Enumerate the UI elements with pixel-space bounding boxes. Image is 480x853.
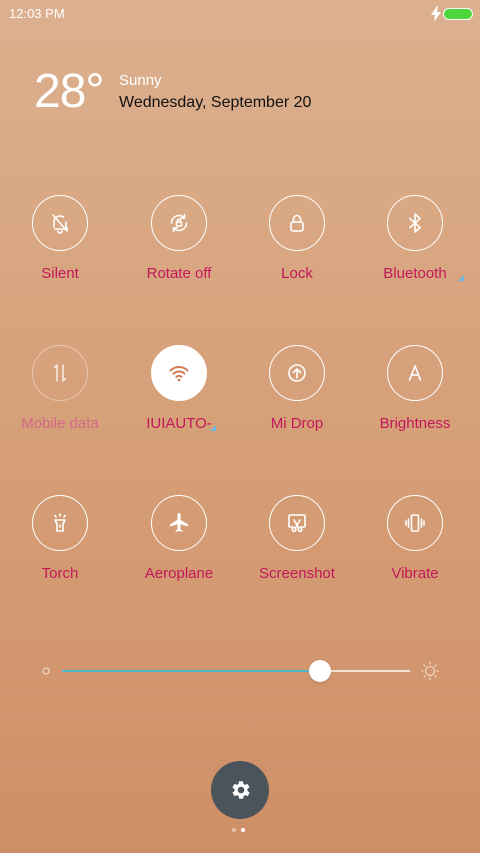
toggle-lock[interactable]: Lock (244, 195, 354, 305)
toggle-screenshot[interactable]: Screenshot (244, 495, 354, 605)
temperature: 28° (34, 65, 105, 118)
toggle-silent[interactable]: Silent (7, 195, 117, 305)
toggle-mi-drop[interactable]: Mi Drop (244, 345, 354, 455)
toggle-label: Silent (41, 265, 79, 282)
weather-condition: Sunny (119, 72, 162, 89)
toggle-button-aeroplane[interactable] (151, 495, 207, 551)
page-dot (232, 828, 236, 832)
toggle-button-brightness[interactable] (387, 345, 443, 401)
toggle-button-torch[interactable] (32, 495, 88, 551)
vibrate-icon (405, 514, 425, 532)
bell-off-icon (52, 214, 69, 234)
toggle-button-silent[interactable] (32, 195, 88, 251)
toggle-vibrate[interactable]: Vibrate (362, 495, 472, 605)
more-options-indicator (458, 275, 464, 281)
toggle-button-iuiauto[interactable] (151, 345, 207, 401)
toggle-label: Screenshot (259, 565, 335, 582)
toggle-button-rotate-off[interactable] (151, 195, 207, 251)
slider-thumb[interactable] (308, 660, 331, 682)
toggle-button-screenshot[interactable] (269, 495, 325, 551)
status-bar: 12:03 PM (0, 0, 480, 28)
slider-fill (62, 670, 320, 672)
status-time: 12:03 PM (9, 6, 65, 21)
lock-icon (290, 214, 304, 232)
toggle-torch[interactable]: Torch (7, 495, 117, 605)
toggle-label: Aeroplane (144, 565, 214, 582)
toggle-brightness[interactable]: Brightness (362, 345, 472, 455)
toggle-button-lock[interactable] (269, 195, 325, 251)
charging-icon (431, 6, 441, 22)
date-label: Wednesday, September 20 (119, 94, 312, 111)
brightness-slider[interactable] (40, 656, 440, 686)
mobile-data-icon (53, 364, 67, 382)
mi-drop-icon (288, 364, 306, 382)
screenshot-icon (288, 514, 306, 533)
toggle-bluetooth[interactable]: Bluetooth (362, 195, 472, 305)
page-dot (241, 828, 245, 832)
toggle-label: Rotate off (146, 265, 212, 282)
toggle-label: Mi Drop (270, 415, 324, 432)
bluetooth-icon (409, 213, 421, 233)
toggle-label: Mobile data (21, 415, 99, 432)
brightness-high-icon (421, 662, 439, 680)
battery-icon (443, 8, 473, 20)
brightness-low-icon (42, 667, 50, 675)
toggle-mobile-data[interactable]: Mobile data (7, 345, 117, 455)
toggle-iuiauto[interactable]: IUIAUTO- (126, 345, 236, 455)
rotate-lock-icon (170, 213, 188, 233)
auto-brightness-icon (408, 365, 422, 381)
toggle-label: Vibrate (391, 565, 439, 582)
gear-icon (232, 781, 250, 799)
toggle-button-bluetooth[interactable] (387, 195, 443, 251)
toggle-aeroplane[interactable]: Aeroplane (126, 495, 236, 605)
toggle-label: IUIAUTO- (146, 415, 212, 432)
more-options-indicator (210, 425, 216, 431)
toggle-rotate-off[interactable]: Rotate off (126, 195, 236, 305)
wifi-icon (169, 366, 189, 382)
toggle-label: Lock (281, 265, 313, 282)
toggle-label: Brightness (379, 415, 451, 432)
toggle-button-mi-drop[interactable] (269, 345, 325, 401)
torch-icon (54, 513, 66, 532)
toggle-label: Torch (41, 565, 79, 582)
airplane-icon (170, 513, 188, 532)
toggle-button-mobile-data[interactable] (32, 345, 88, 401)
toggle-button-vibrate[interactable] (387, 495, 443, 551)
page-indicator (232, 828, 252, 834)
slider-track[interactable] (62, 660, 410, 682)
settings-button[interactable] (211, 761, 269, 819)
